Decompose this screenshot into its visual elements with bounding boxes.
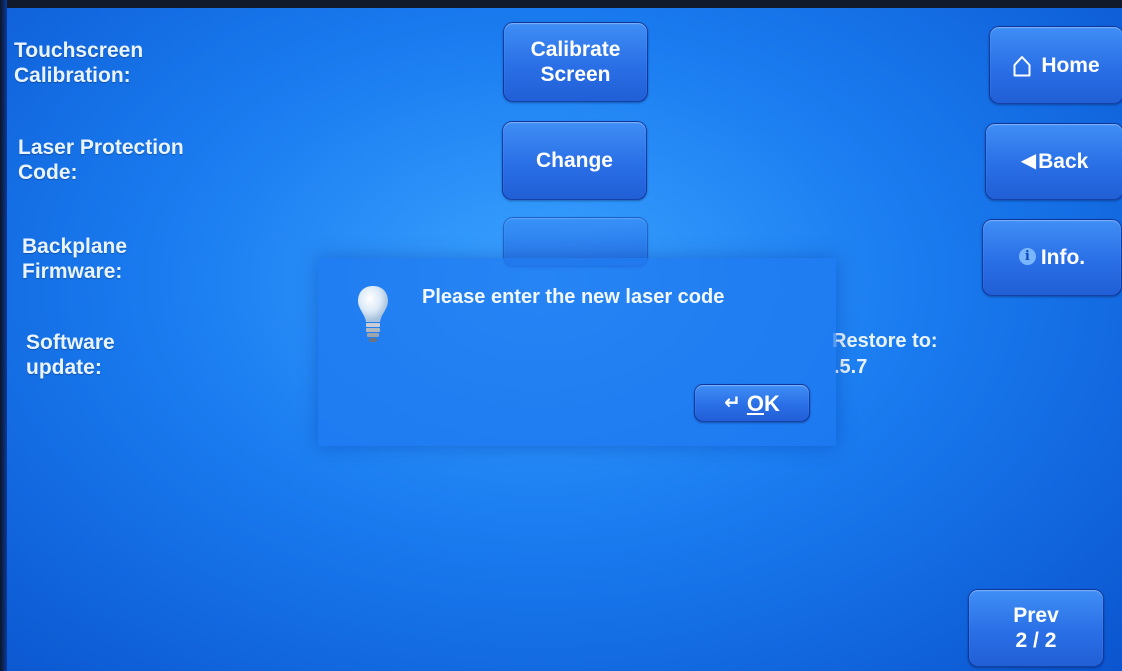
info-button[interactable]: i Info.	[982, 219, 1122, 296]
label-line: Calibration:	[14, 64, 131, 87]
screen-bezel-top	[0, 0, 1122, 8]
home-label: Home	[1041, 53, 1100, 77]
lightbulb-icon	[358, 286, 388, 342]
label-line: Firmware:	[22, 260, 123, 283]
software-update-label: Software update:	[26, 330, 115, 380]
back-label: Back	[1038, 150, 1089, 173]
calibrate-screen-button[interactable]: Calibrate Screen	[503, 22, 648, 102]
info-icon: i	[1018, 248, 1036, 265]
button-label: Change	[535, 149, 613, 172]
ok-rest: K	[764, 390, 780, 416]
ok-button[interactable]: ↵ OK	[694, 384, 810, 422]
label-line: Software	[26, 331, 115, 354]
screen-bezel-left	[0, 0, 7, 671]
label-line: Backplane	[22, 235, 128, 258]
change-laser-code-button[interactable]: Change	[502, 121, 647, 200]
back-button[interactable]: ◀ Back	[985, 123, 1122, 200]
laser-code-dialog: Please enter the new laser code ↵ OK	[318, 258, 836, 446]
prev-page-button[interactable]: Prev 2 / 2	[968, 589, 1104, 667]
touchscreen-calibration-label: Touchscreen Calibration:	[14, 38, 143, 88]
home-icon	[1013, 56, 1031, 77]
label-line: Laser Protection	[18, 136, 184, 159]
button-label: Screen	[540, 63, 611, 86]
enter-key-icon: ↵	[724, 391, 741, 414]
laser-protection-code-label: Laser Protection Code:	[18, 135, 184, 185]
restore-to-label: Restore to:	[832, 330, 938, 353]
restore-version-text: .5.7	[834, 356, 868, 378]
info-label: Info.	[1040, 246, 1086, 269]
restore-version: .5.7	[834, 356, 867, 379]
backplane-firmware-label: Backplane Firmware:	[22, 234, 127, 284]
prev-label: Prev	[1013, 604, 1059, 627]
label-line: update:	[26, 356, 102, 379]
back-arrow-icon: ◀	[1020, 150, 1037, 172]
ok-mnemonic: O	[746, 390, 764, 416]
page-indicator: 2 / 2	[1015, 629, 1057, 652]
button-label: Calibrate	[530, 38, 621, 61]
restore-text: Restore to:	[832, 330, 938, 352]
ok-label: OK	[747, 391, 780, 416]
dialog-message: Please enter the new laser code	[422, 286, 725, 308]
label-line: Touchscreen	[14, 39, 144, 62]
label-line: Code:	[18, 161, 78, 184]
home-button[interactable]: Home	[989, 26, 1122, 104]
